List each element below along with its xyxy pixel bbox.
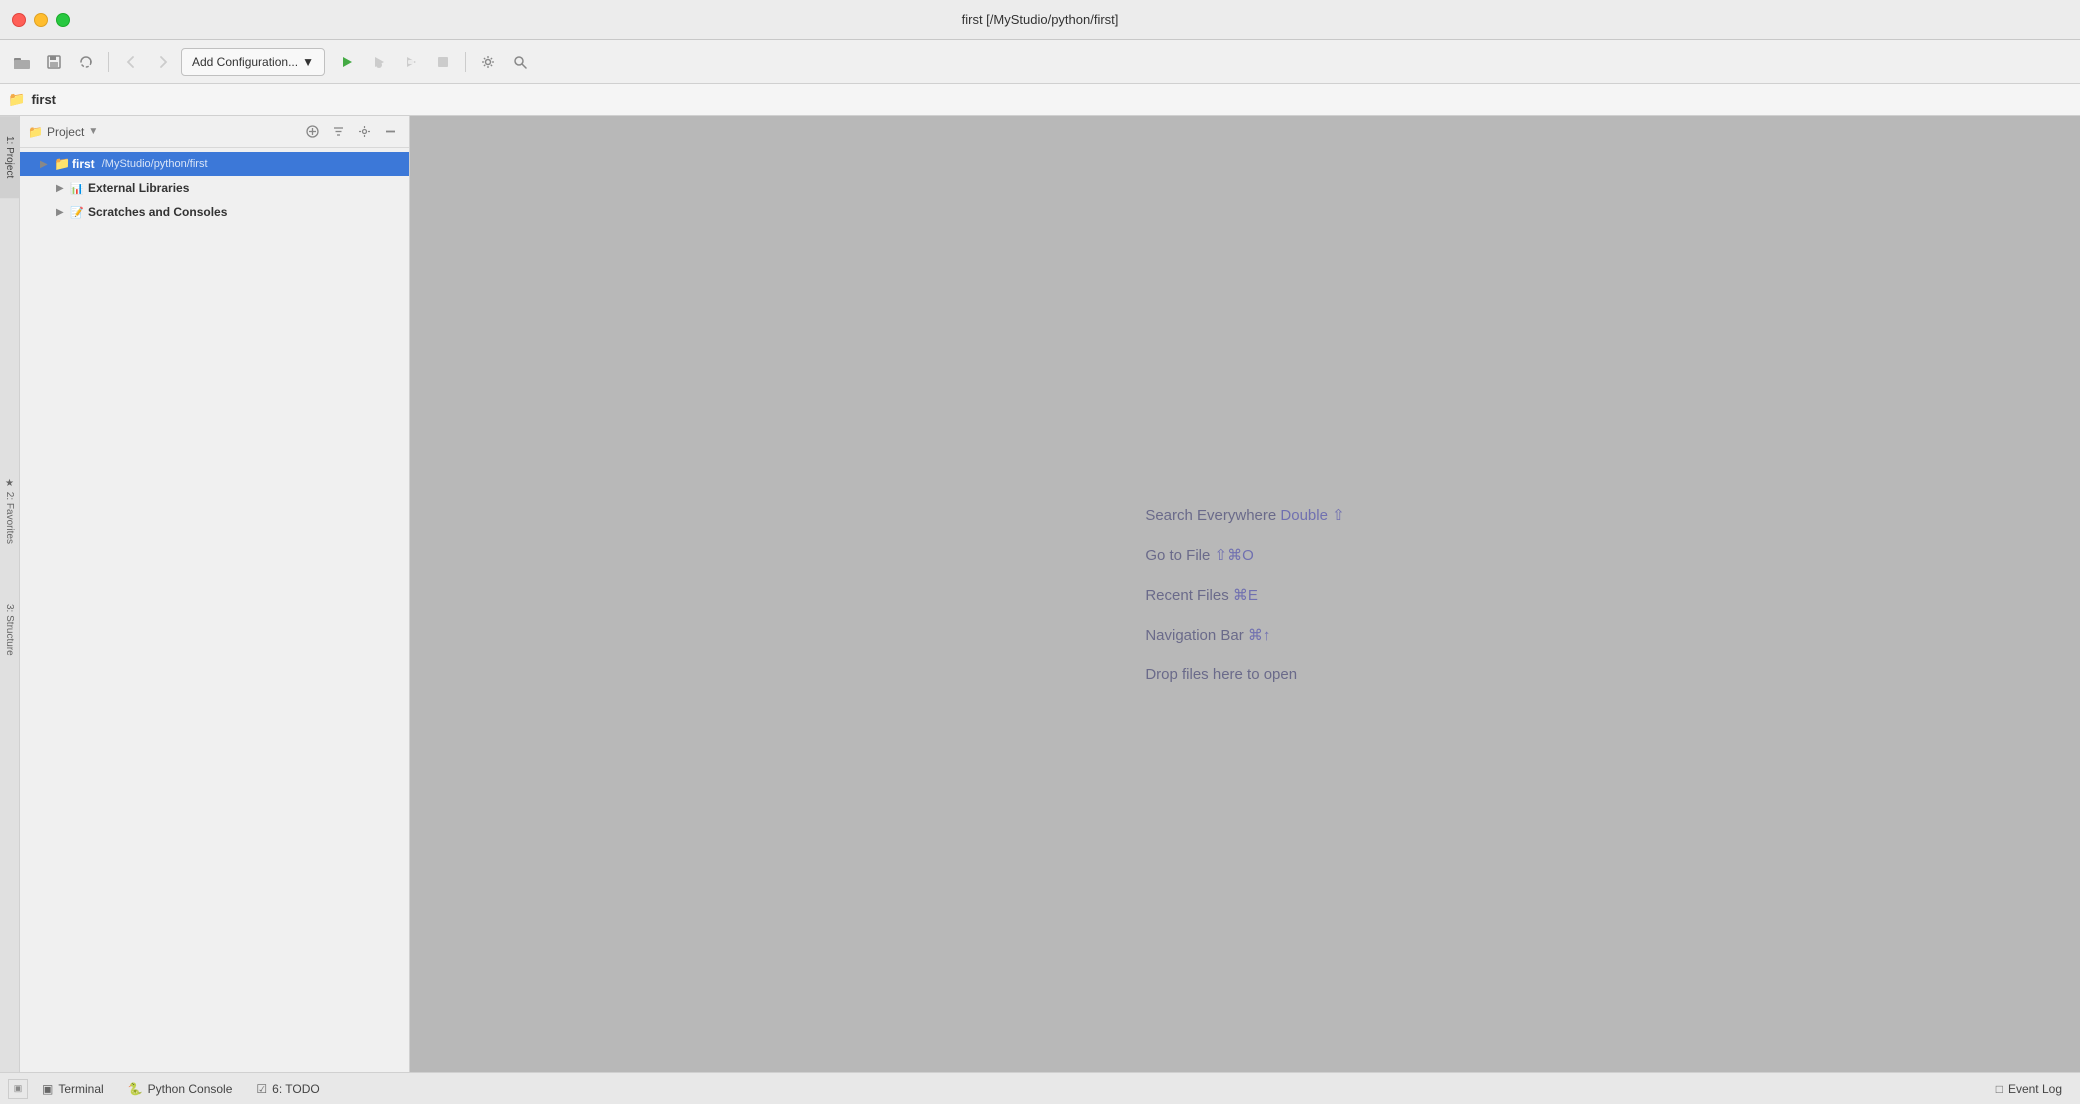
window-title: first [/MyStudio/python/first]	[962, 12, 1119, 27]
event-log-icon: □	[1996, 1082, 2003, 1096]
hint-recent-shortcut: ⌘E	[1233, 587, 1258, 604]
tree-item-first[interactable]: ▶ 📁 first /MyStudio/python/first	[20, 152, 409, 176]
tree-item-scratches[interactable]: ▶ 📝 Scratches and Consoles	[20, 200, 409, 224]
main-area: 1: Project ★ 2: Favorites 3: Structure 📁…	[0, 116, 2080, 1072]
project-tab-label: 1: Project	[1, 128, 18, 186]
hint-recent-text: Recent Files	[1145, 587, 1233, 604]
terminal-icon: ▣	[42, 1082, 53, 1096]
terminal-label: Terminal	[58, 1082, 103, 1096]
close-button[interactable]	[12, 13, 26, 27]
hint-navigation-bar[interactable]: Navigation Bar ⌘↑	[1145, 626, 1344, 644]
bottom-corner-indicator: ▣	[8, 1079, 28, 1099]
todo-tab[interactable]: ☑ 6: TODO	[246, 1076, 329, 1102]
first-folder-path: /MyStudio/python/first	[99, 158, 208, 170]
file-tree: ▶ 📁 first /MyStudio/python/first ▶ 📊 Ext…	[20, 148, 409, 1072]
sidebar-item-project[interactable]: 1: Project	[0, 116, 19, 198]
scratches-icon: 📝	[70, 206, 88, 219]
settings-button[interactable]	[474, 48, 502, 76]
add-configuration-button[interactable]: Add Configuration... ▼	[181, 48, 325, 76]
first-expand-arrow[interactable]: ▶	[40, 159, 54, 170]
minimize-button[interactable]	[34, 13, 48, 27]
maximize-button[interactable]	[56, 13, 70, 27]
todo-icon: ☑	[256, 1082, 267, 1096]
editor-area: Search Everywhere Double ⇧ Go to File ⇧⌘…	[410, 116, 2080, 1072]
sidebar-label-arrow[interactable]: ▼	[88, 126, 98, 137]
project-sidebar: 📁 Project ▼	[20, 116, 410, 1072]
event-log-label: Event Log	[2008, 1082, 2062, 1096]
hint-goto-file[interactable]: Go to File ⇧⌘O	[1145, 546, 1344, 564]
first-folder-icon: 📁	[54, 156, 72, 172]
vertical-tabs: 1: Project ★ 2: Favorites 3: Structure	[0, 116, 20, 1072]
sidebar-folder-icon: 📁	[28, 125, 43, 139]
run-button[interactable]	[333, 48, 361, 76]
hint-recent-files[interactable]: Recent Files ⌘E	[1145, 586, 1344, 604]
sidebar-collapse-button[interactable]	[379, 121, 401, 143]
coverage-button[interactable]	[397, 48, 425, 76]
toolbar-separator-2	[465, 52, 466, 72]
add-config-label: Add Configuration...	[192, 55, 298, 69]
event-log-button[interactable]: □ Event Log	[1986, 1076, 2072, 1102]
title-bar: first [/MyStudio/python/first]	[0, 0, 2080, 40]
structure-tab-label: 3: Structure	[1, 596, 18, 664]
hint-nav-text: Navigation Bar	[1145, 627, 1248, 644]
libraries-icon: 📊	[70, 182, 88, 195]
scratches-name: Scratches and Consoles	[88, 205, 227, 219]
python-icon: 🐍	[128, 1082, 143, 1096]
sidebar-filter-button[interactable]	[327, 121, 349, 143]
traffic-lights	[12, 13, 70, 27]
sidebar-item-structure[interactable]: 3: Structure	[0, 584, 19, 676]
editor-hints: Search Everywhere Double ⇧ Go to File ⇧⌘…	[1145, 506, 1344, 683]
scratches-expand-arrow[interactable]: ▶	[56, 207, 70, 218]
hint-search-text: Search Everywhere	[1145, 507, 1280, 524]
todo-label: 6: TODO	[272, 1082, 320, 1096]
status-bar: ▣ ▣ Terminal 🐍 Python Console ☑ 6: TODO …	[0, 1072, 2080, 1104]
sidebar-toolbar: 📁 Project ▼	[20, 116, 409, 148]
debug-button[interactable]	[365, 48, 393, 76]
hint-search-shortcut: Double ⇧	[1280, 507, 1344, 524]
save-button[interactable]	[40, 48, 68, 76]
sidebar-item-favorites[interactable]: ★ 2: Favorites	[0, 458, 19, 564]
favorites-star-icon: ★ 2: Favorites	[1, 470, 18, 552]
terminal-tab[interactable]: ▣ Terminal	[32, 1076, 114, 1102]
project-header: 📁 first	[0, 84, 2080, 116]
python-console-tab[interactable]: 🐍 Python Console	[118, 1076, 243, 1102]
search-button[interactable]	[506, 48, 534, 76]
first-folder-name: first	[72, 157, 95, 171]
forward-button[interactable]	[149, 48, 177, 76]
hint-search-everywhere[interactable]: Search Everywhere Double ⇧	[1145, 506, 1344, 524]
sync-button[interactable]	[72, 48, 100, 76]
hint-drop-files: Drop files here to open	[1145, 666, 1344, 683]
hint-goto-text: Go to File	[1145, 547, 1214, 564]
hint-goto-shortcut: ⇧⌘O	[1215, 547, 1254, 564]
sidebar-project-label: 📁 Project ▼	[28, 125, 297, 139]
hint-nav-shortcut: ⌘↑	[1248, 627, 1271, 644]
stop-button[interactable]	[429, 48, 457, 76]
open-folder-button[interactable]	[8, 48, 36, 76]
tree-item-external-libraries[interactable]: ▶ 📊 External Libraries	[20, 176, 409, 200]
sidebar-label-text: Project	[47, 125, 84, 139]
sidebar-add-button[interactable]	[301, 121, 323, 143]
back-button[interactable]	[117, 48, 145, 76]
libraries-name: External Libraries	[88, 181, 189, 195]
project-folder-icon: 📁	[8, 91, 25, 108]
hint-drop-text: Drop files here to open	[1145, 666, 1297, 683]
libraries-expand-arrow[interactable]: ▶	[56, 183, 70, 194]
project-name: first	[31, 92, 56, 107]
toolbar-separator-1	[108, 52, 109, 72]
main-toolbar: Add Configuration... ▼	[0, 40, 2080, 84]
python-console-label: Python Console	[148, 1082, 233, 1096]
sidebar-settings-button[interactable]	[353, 121, 375, 143]
add-config-arrow: ▼	[302, 55, 314, 69]
